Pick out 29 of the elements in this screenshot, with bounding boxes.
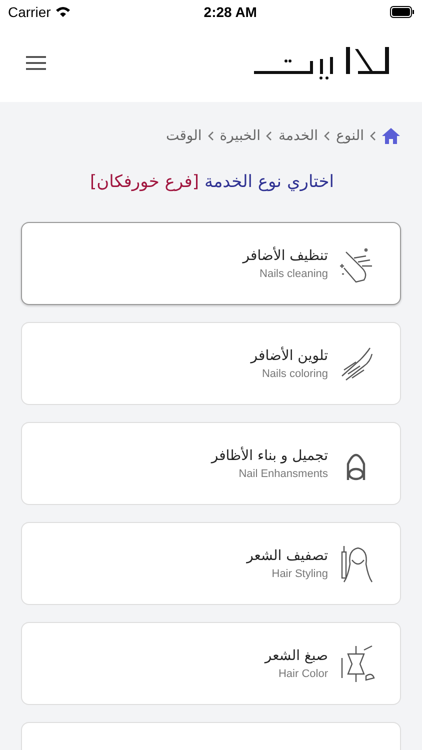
status-time: 2:28 AM <box>204 4 257 20</box>
breadcrumb-item[interactable]: الخدمة <box>278 128 318 144</box>
wifi-icon <box>54 6 71 18</box>
service-subtitle: Nails coloring <box>262 368 328 380</box>
service-title: صبغ الشعر <box>264 648 328 664</box>
service-subtitle: Nails cleaning <box>260 268 328 280</box>
chevron-icon <box>266 131 272 141</box>
chevron-icon <box>324 131 330 141</box>
service-title: تجميل و بناء الأظافر <box>211 448 328 464</box>
home-icon[interactable] <box>382 128 400 144</box>
service-subtitle: Hair Color <box>278 668 328 680</box>
chevron-icon <box>208 131 214 141</box>
nail-icon <box>346 454 366 480</box>
service-title: تنظيف الأضافر <box>242 248 328 264</box>
hand-icon <box>339 248 373 282</box>
service-subtitle: Hair Styling <box>272 568 328 580</box>
menu-icon[interactable] <box>26 56 46 70</box>
woman-icon <box>341 546 373 582</box>
carrier-label: Carrier <box>8 4 51 20</box>
page-heading: اختاري نوع الخدمة [فرع خورفكان] <box>89 171 335 192</box>
service-title: تصفيف الشعر <box>246 548 328 564</box>
hand-icon <box>342 347 373 380</box>
breadcrumb-item[interactable]: الخبيرة <box>220 128 260 144</box>
breadcrumb-item[interactable]: النوع <box>336 128 364 144</box>
service-subtitle: Nail Enhansments <box>238 468 328 480</box>
chevron-icon <box>370 131 376 141</box>
service-title: تلوين الأضافر <box>250 348 328 364</box>
breadcrumb-item[interactable]: الوقت <box>166 128 202 144</box>
battery-icon <box>390 6 414 18</box>
